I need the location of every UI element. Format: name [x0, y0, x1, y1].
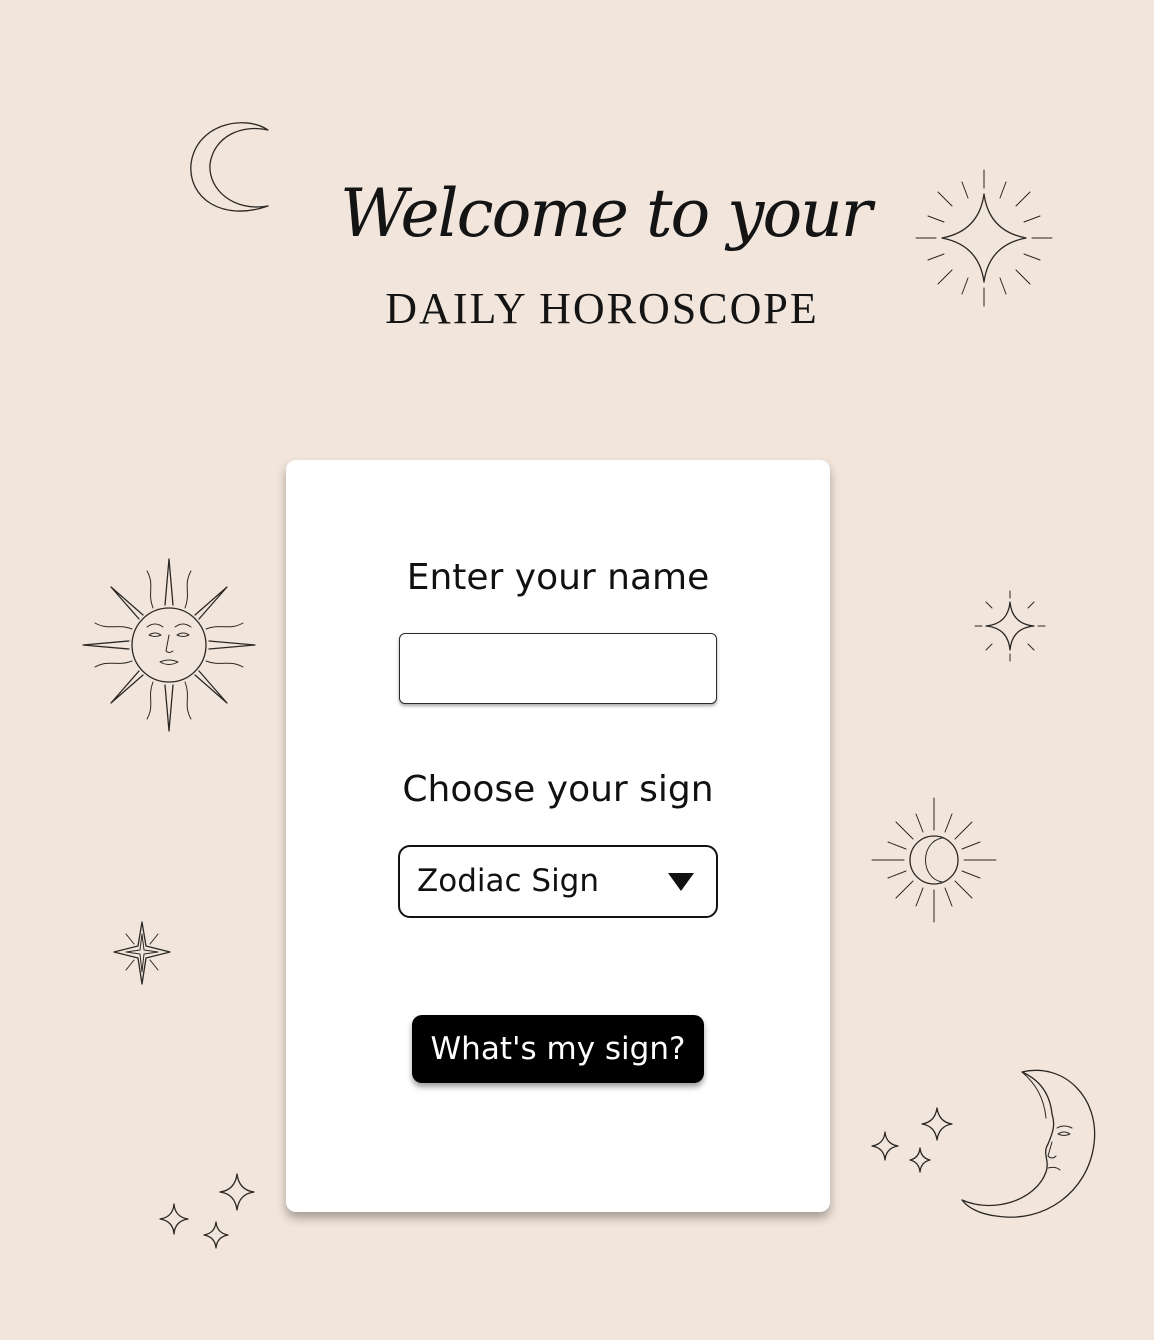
horoscope-form-card: Enter your name Choose your sign Zodiac … — [286, 460, 830, 1212]
whats-my-sign-button[interactable]: What's my sign? — [412, 1015, 704, 1083]
sparkle-star-icon — [914, 168, 1054, 308]
name-input[interactable] — [399, 633, 717, 704]
four-point-star-icon — [112, 920, 172, 986]
caret-down-icon — [668, 873, 694, 891]
twinkle-stars-icon — [870, 1106, 956, 1176]
welcome-heading: Welcome to your — [340, 175, 872, 252]
moon-face-icon — [960, 1064, 1102, 1226]
radiant-moon-icon — [870, 796, 1000, 926]
small-sparkle-icon — [974, 590, 1046, 662]
zodiac-sign-selected-value: Zodiac Sign — [417, 863, 600, 899]
crescent-moon-icon — [186, 118, 276, 218]
twinkle-stars-icon — [158, 1172, 258, 1254]
sun-face-icon — [82, 558, 256, 732]
name-label: Enter your name — [406, 557, 710, 598]
page-title: DAILY HOROSCOPE — [385, 284, 819, 333]
zodiac-sign-select[interactable]: Zodiac Sign — [398, 845, 718, 918]
sign-label: Choose your sign — [402, 769, 714, 810]
